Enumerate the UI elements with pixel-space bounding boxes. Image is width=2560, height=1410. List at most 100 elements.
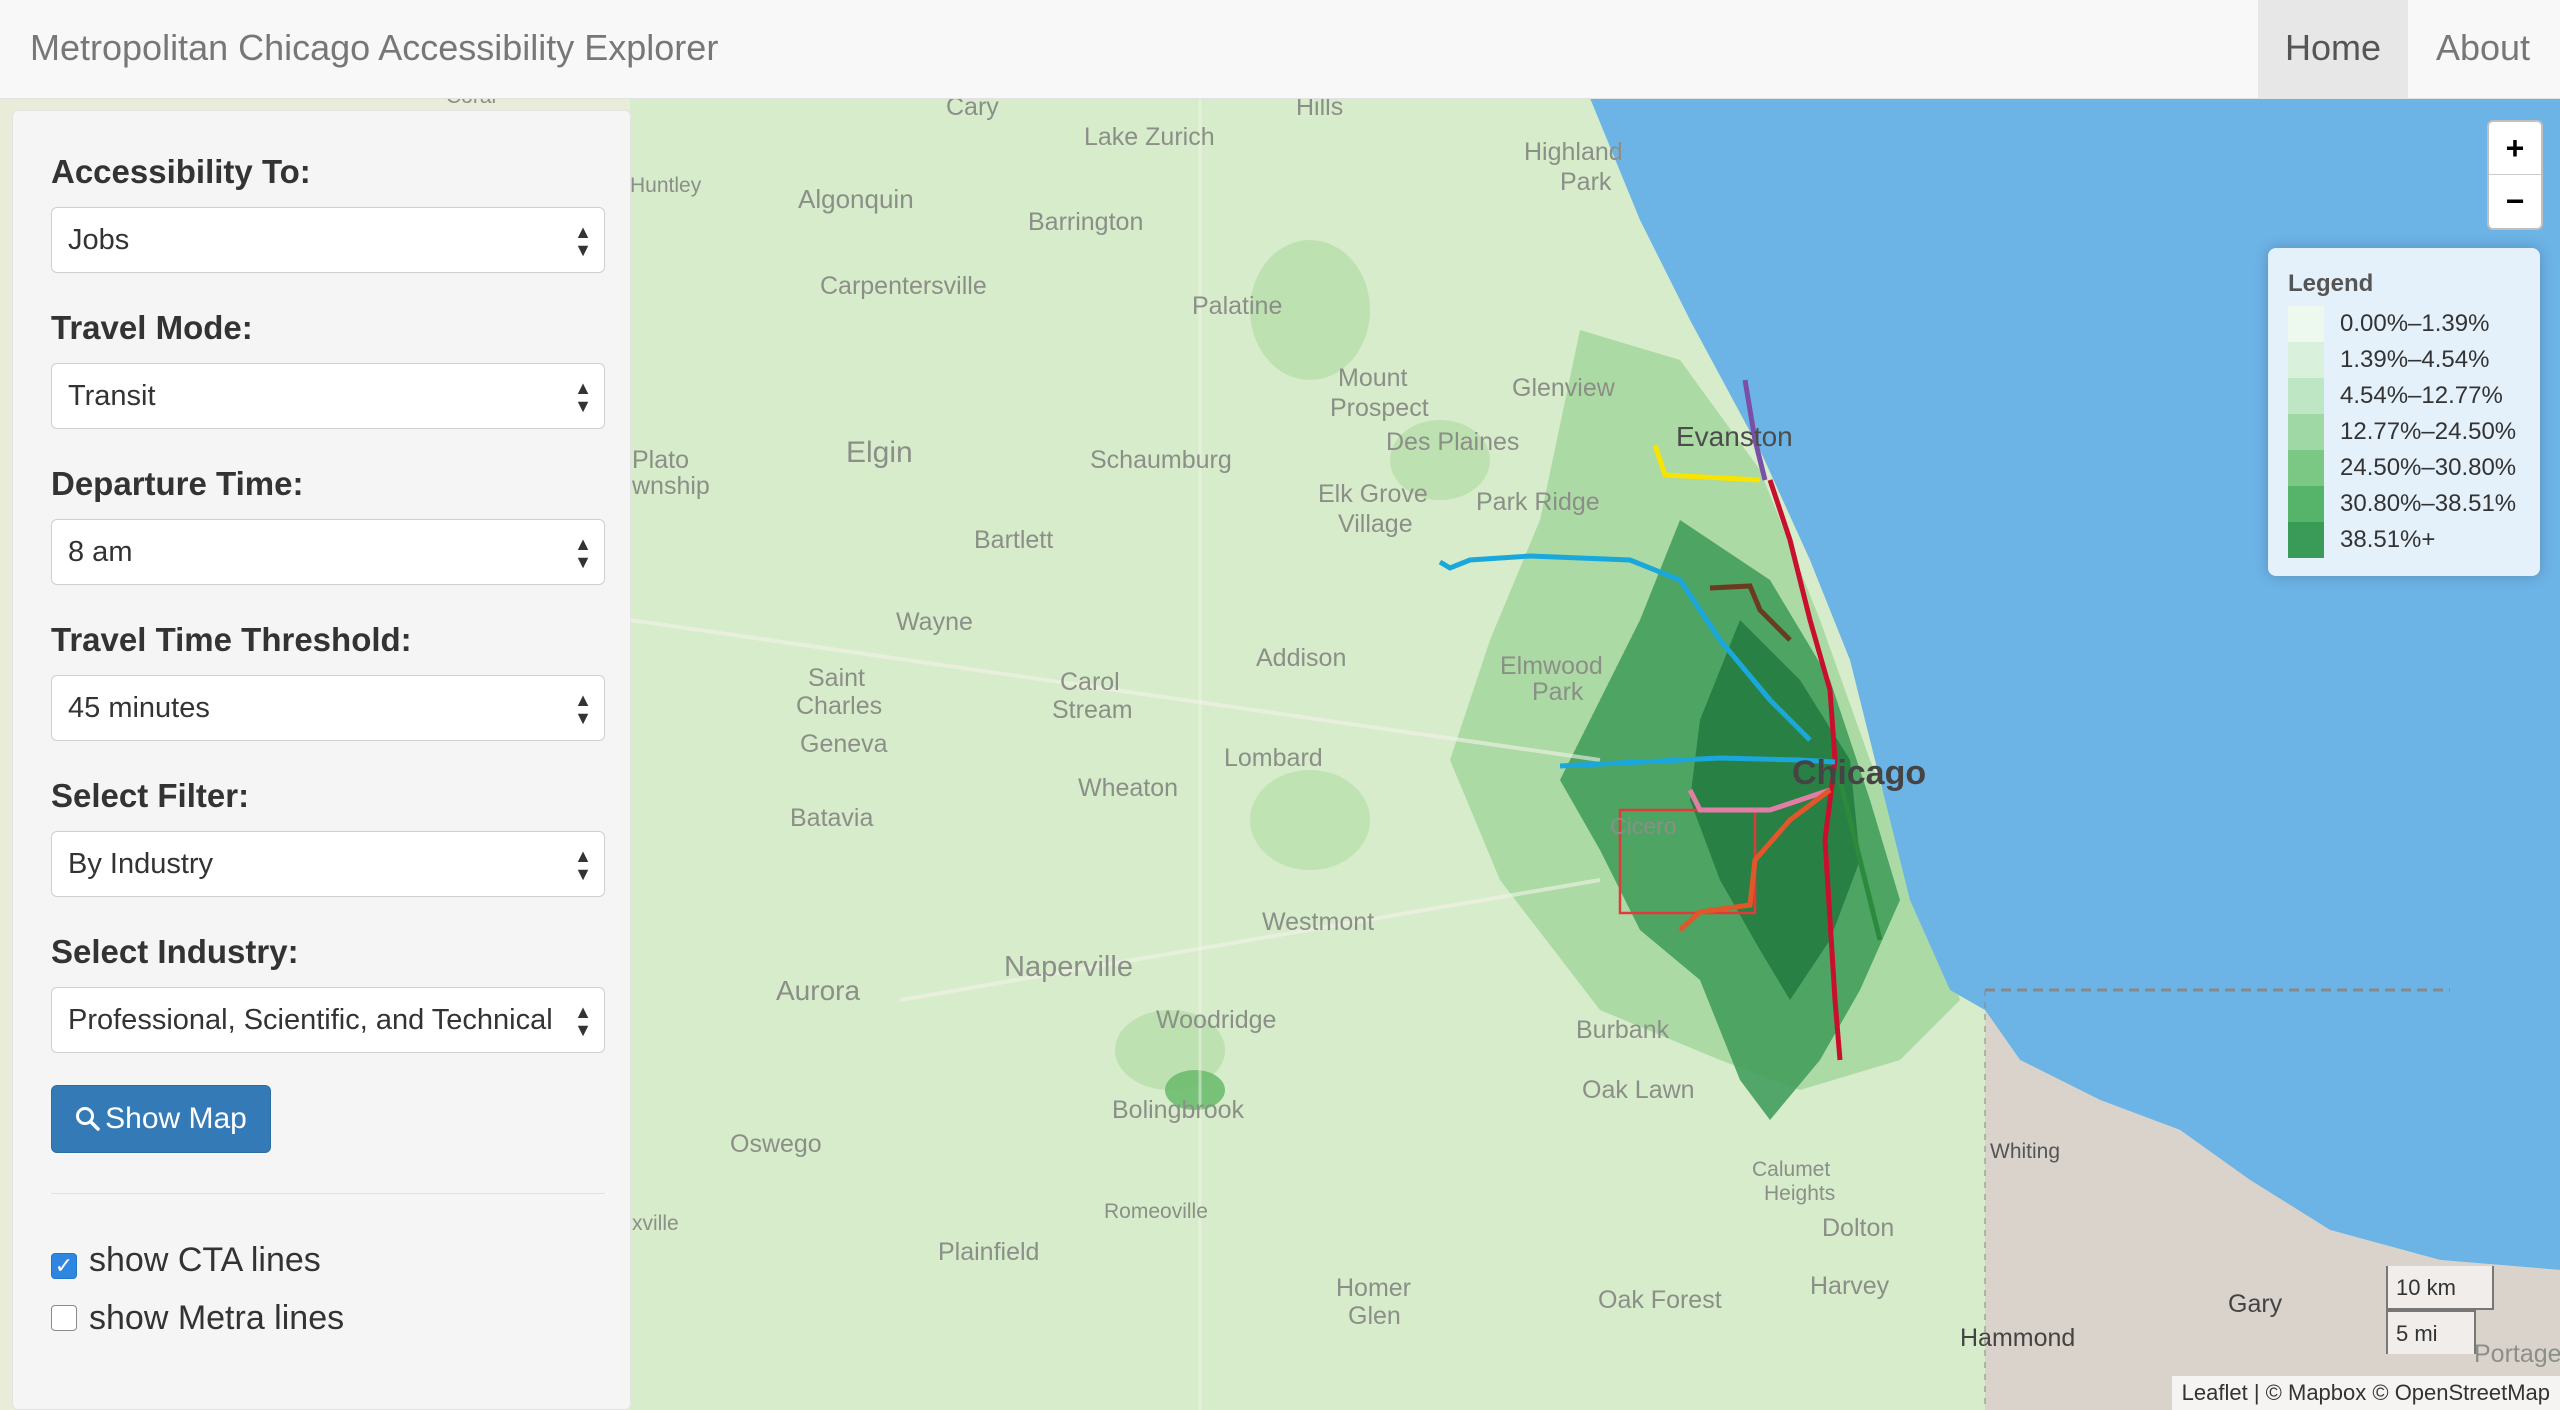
map-label: Saint [808, 664, 865, 692]
map-label: Barrington [1028, 208, 1143, 236]
legend-swatch [2288, 486, 2324, 522]
map-label: Oswego [730, 1130, 822, 1158]
map-label: Stream [1052, 696, 1133, 724]
legend-item-label: 4.54%–12.77% [2340, 382, 2503, 409]
legend-swatch [2288, 450, 2324, 486]
legend-swatch [2288, 342, 2324, 378]
departure-time-value: 8 am [68, 536, 133, 568]
map-label: Huntley [630, 174, 702, 197]
map-label: Des Plaines [1386, 428, 1519, 456]
map-label: Lake Zurich [1084, 123, 1215, 151]
map-label: Algonquin [798, 184, 914, 214]
legend-item-label: 30.80%–38.51% [2340, 490, 2517, 517]
map-label: Lombard [1224, 744, 1323, 772]
zoom-control: + − [2487, 120, 2543, 230]
map-label: Romeoville [1104, 1200, 1208, 1223]
green-patch [1250, 770, 1370, 870]
map-label: Palatine [1192, 292, 1282, 320]
map-label: Carol [1060, 668, 1120, 696]
select-up-arrow-icon: ▲ [574, 690, 592, 710]
select-up-arrow-icon: ▲ [574, 846, 592, 866]
accessibility-to-select[interactable]: Jobs ▲ ▼ [51, 207, 605, 273]
map-label: Park [1532, 678, 1584, 706]
legend-item-label: 12.77%–24.50% [2340, 418, 2517, 445]
show-cta-lines-checkbox[interactable]: ✓ [51, 1253, 77, 1279]
travel-mode-value: Transit [68, 380, 156, 412]
map-label: Burbank [1576, 1016, 1670, 1044]
map-label: Bolingbrook [1112, 1096, 1245, 1124]
select-up-arrow-icon: ▲ [574, 1002, 592, 1022]
select-industry-label: Select Industry: [51, 933, 299, 970]
departure-time-select[interactable]: 8 am ▲ ▼ [51, 519, 605, 585]
map-label: Oak Forest [1598, 1286, 1722, 1314]
select-industry-select[interactable]: Professional, Scientific, and Technical … [51, 987, 605, 1053]
show-metra-lines-checkbox[interactable] [51, 1305, 77, 1331]
select-down-arrow-icon: ▼ [574, 396, 592, 416]
map-label: Aurora [776, 975, 860, 1006]
map-label: Cary [946, 98, 999, 121]
select-down-arrow-icon: ▼ [574, 864, 592, 884]
app-title[interactable]: Metropolitan Chicago Accessibility Explo… [30, 0, 718, 96]
map-label: Coral [446, 98, 496, 108]
show-map-button[interactable]: Show Map [51, 1085, 271, 1153]
scale-mi: 5 mi [2386, 1310, 2476, 1354]
show-cta-lines-row[interactable]: ✓ show CTA lines [51, 1241, 321, 1280]
map-label: Schaumburg [1090, 446, 1232, 474]
select-filter-select[interactable]: By Industry ▲ ▼ [51, 831, 605, 897]
map-label: Bartlett [974, 526, 1053, 554]
map-label: Prospect [1330, 394, 1429, 422]
map-label: Village [1338, 510, 1413, 538]
map-label: Hammond [1960, 1324, 2075, 1352]
map-label: Dolton [1822, 1214, 1894, 1242]
map-label: Elk Grove [1318, 480, 1428, 508]
select-up-arrow-icon: ▲ [574, 222, 592, 242]
map-label: Park [1560, 168, 1612, 196]
show-map-label: Show Map [105, 1102, 247, 1135]
show-metra-lines-row[interactable]: show Metra lines [51, 1299, 344, 1338]
map-label: Gary [2228, 1290, 2283, 1318]
map-label: Harvey [1810, 1272, 1890, 1300]
select-down-arrow-icon: ▼ [574, 1020, 592, 1040]
map-label: Elmwood [1500, 652, 1603, 680]
legend-item-label: 38.51%+ [2340, 526, 2436, 553]
map-attribution[interactable]: Leaflet | © Mapbox © OpenStreetMap [2171, 1376, 2560, 1410]
legend-item-label: 0.00%–1.39% [2340, 310, 2490, 337]
map-label: Cicero [1610, 813, 1676, 839]
map-label: xville [632, 1212, 679, 1235]
select-down-arrow-icon: ▼ [574, 708, 592, 728]
legend-swatch [2288, 522, 2324, 558]
zoom-out-button[interactable]: − [2489, 175, 2541, 227]
nav-home[interactable]: Home [2258, 0, 2408, 98]
map-label: Plato [632, 446, 689, 474]
map-label: Westmont [1262, 908, 1374, 936]
select-down-arrow-icon: ▼ [574, 240, 592, 260]
legend-swatch [2288, 414, 2324, 450]
map-label: wnship [631, 472, 710, 500]
map-label: Elgin [846, 436, 913, 469]
search-icon [76, 1107, 100, 1131]
scale-km: 10 km [2386, 1266, 2494, 1310]
travel-time-threshold-label: Travel Time Threshold: [51, 621, 412, 658]
legend-title: Legend [2288, 270, 2374, 297]
show-cta-lines-label: show CTA lines [89, 1241, 321, 1279]
map-label: Batavia [790, 804, 873, 832]
travel-mode-select[interactable]: Transit ▲ ▼ [51, 363, 605, 429]
travel-time-threshold-select[interactable]: 45 minutes ▲ ▼ [51, 675, 605, 741]
map-label: Evanston [1676, 421, 1793, 452]
map-label: Wayne [896, 608, 973, 636]
accessibility-to-value: Jobs [68, 224, 130, 256]
map-label: Wheaton [1078, 774, 1178, 802]
legend-swatch [2288, 306, 2324, 342]
divider [51, 1193, 605, 1194]
nav-about[interactable]: About [2408, 0, 2558, 98]
map-legend: Legend 0.00%–1.39% 1.39%–4.54% 4.54%–12.… [2268, 248, 2540, 576]
legend-item-label: 24.50%–30.80% [2340, 454, 2517, 481]
map-label: Geneva [800, 730, 888, 758]
departure-time-label: Departure Time: [51, 465, 304, 502]
legend-item-label: 1.39%–4.54% [2340, 346, 2490, 373]
map-label: Heights [1764, 1182, 1835, 1205]
zoom-in-button[interactable]: + [2489, 122, 2541, 175]
map-label: Portage [2474, 1340, 2560, 1368]
map-label: Naperville [1004, 951, 1133, 983]
map-label: Plainfield [938, 1238, 1039, 1266]
